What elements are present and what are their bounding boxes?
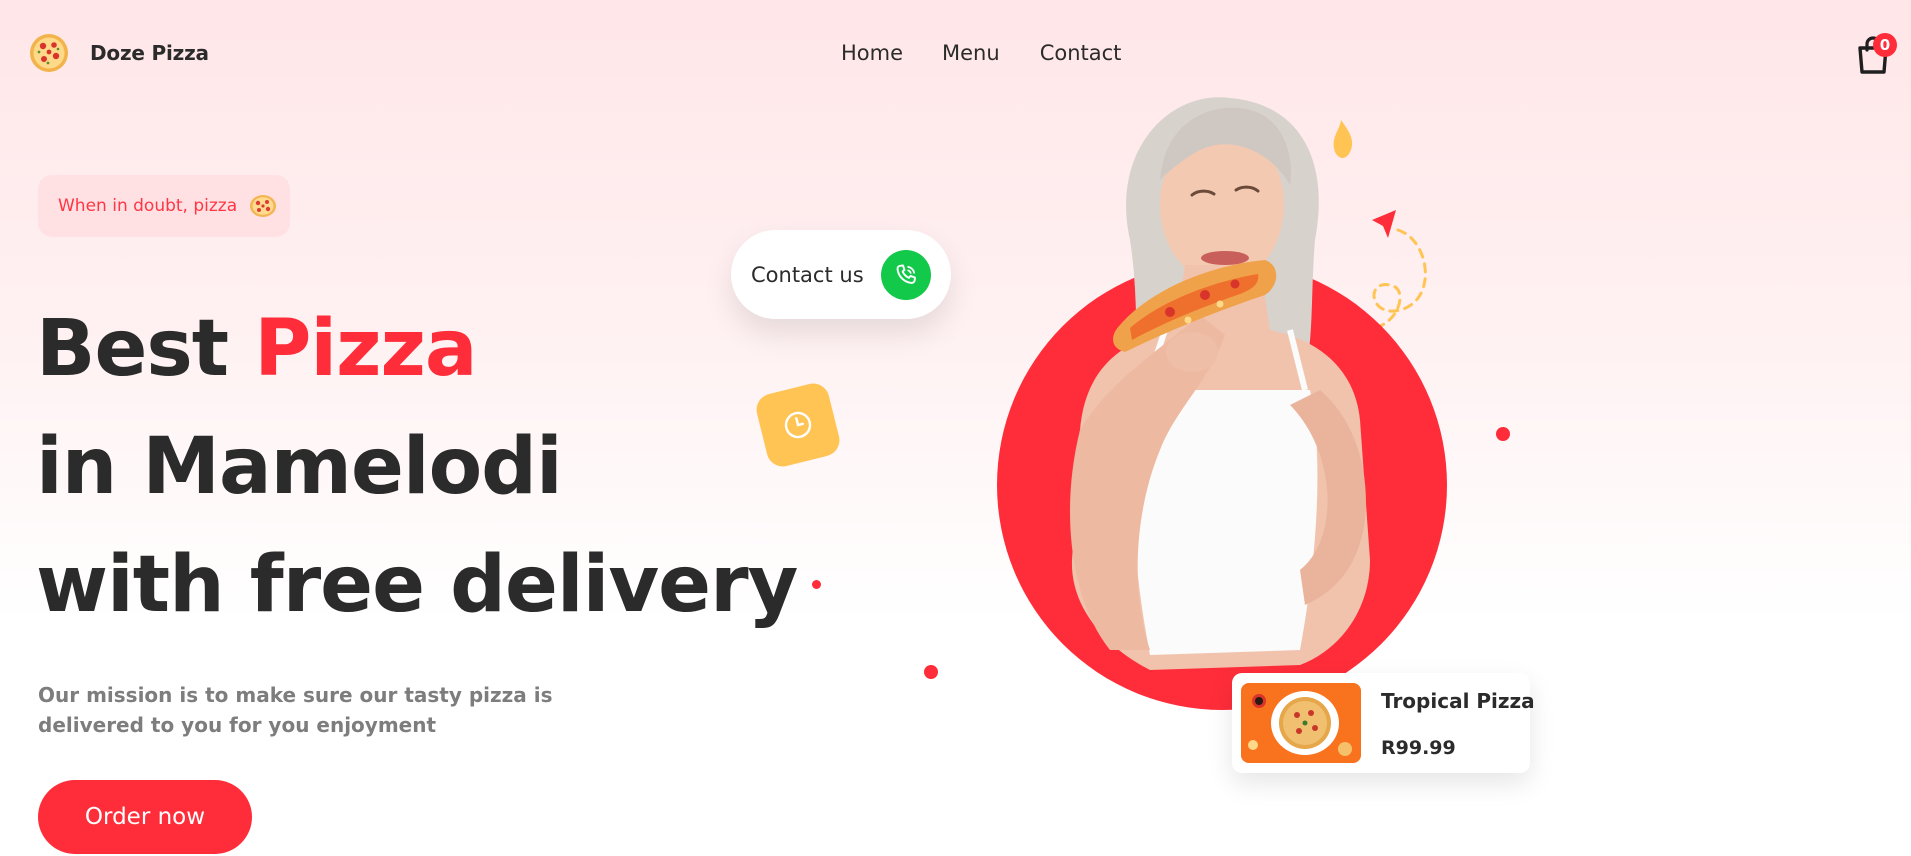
- product-card[interactable]: Tropical Pizza R99.99: [1232, 673, 1535, 773]
- hero-illustration: [997, 97, 1447, 710]
- clock-icon: [784, 411, 812, 439]
- decor-dot: [812, 580, 821, 589]
- headline-line-2: in Mamelodi: [36, 422, 563, 512]
- headline-word: Best: [36, 304, 229, 394]
- product-price: R99.99: [1381, 737, 1456, 759]
- pizza-slice-icon: [250, 195, 277, 217]
- hero-headline: Best Pizza in Mamelodi with free deliver…: [36, 290, 798, 644]
- nav-home[interactable]: Home: [841, 41, 903, 65]
- flame-icon: [1333, 120, 1353, 158]
- nav-menu[interactable]: Menu: [942, 41, 1000, 65]
- tagline-text: When in doubt, pizza: [58, 196, 238, 216]
- phone-icon: [896, 264, 916, 284]
- mission-text: Our mission is to make sure our tasty pi…: [38, 683, 553, 737]
- nav-contact[interactable]: Contact: [1040, 41, 1122, 65]
- paper-plane-icon: [1372, 210, 1396, 238]
- contact-us-label: Contact us: [751, 262, 864, 287]
- order-now-button[interactable]: Order now: [38, 780, 252, 854]
- logo[interactable]: Doze Pizza: [29, 33, 209, 73]
- headline-line-3: with free delivery: [36, 540, 798, 630]
- brand-name: Doze Pizza: [90, 41, 209, 65]
- decor-dot: [924, 665, 938, 679]
- product-name: Tropical Pizza: [1381, 689, 1535, 713]
- pizza-image: [1241, 683, 1361, 763]
- headline-line-1: Best Pizza: [36, 290, 797, 408]
- main-nav: Home Menu Contact: [841, 41, 1121, 65]
- phone-icon-circle[interactable]: [881, 250, 931, 300]
- product-thumbnail: [1241, 683, 1361, 763]
- tagline-badge: When in doubt, pizza: [38, 175, 290, 237]
- headline-accent-word: Pizza: [254, 304, 477, 394]
- pizza-logo-icon: [30, 34, 68, 72]
- cart-count-badge: 0: [1873, 33, 1897, 57]
- contact-us-button[interactable]: Contact us: [731, 230, 951, 319]
- site-header: Doze Pizza Home Menu Contact 0: [0, 0, 1911, 110]
